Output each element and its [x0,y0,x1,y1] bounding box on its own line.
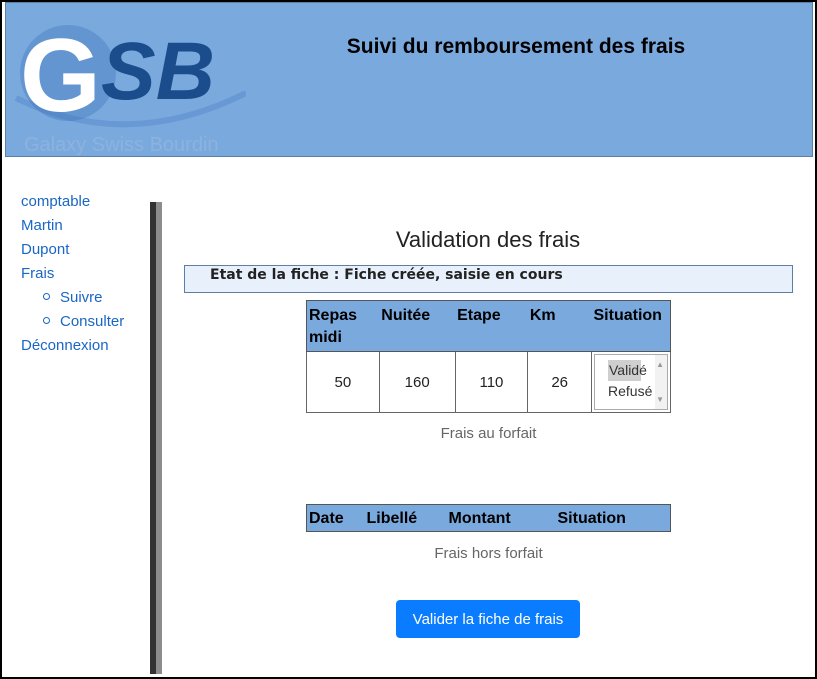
situation-select[interactable]: Validé Refusé ▲ ▼ [594,354,668,410]
sidebar-item-dupont[interactable]: Dupont [21,238,146,262]
page-header-title: Suivi du remboursement des frais [346,35,686,58]
logo-letters-sb: SB [101,26,215,117]
logo-letter-g: G [20,18,101,134]
table-header-row: Date Libellé Montant Situation [306,504,671,532]
frais-hors-forfait-table: Date Libellé Montant Situation [306,504,671,532]
logo-tagline: Galaxy Swiss Bourdin [24,134,219,156]
cell-nuitee: 160 [378,351,456,413]
bullet-icon [43,293,50,300]
frais-forfait-table: Repas midi Nuitée Etape Km Situation 50 … [306,300,671,413]
table-row: 50 160 110 26 Validé Refusé ▲ ▼ [306,351,671,413]
col-header-nuitee: Nuitée [379,300,456,352]
sidebar-subitem-suivre[interactable]: Suivre [21,286,146,310]
col-header-libelle: Libellé [364,504,447,532]
sidebar-item-frais[interactable]: Frais [21,262,146,286]
table-header-row: Repas midi Nuitée Etape Km Situation [306,300,671,352]
col-header-km: Km [527,300,592,352]
gsb-logo: Galaxy Swiss Bourdin G SB [14,18,246,156]
sidebar-item-label: Suivre [60,289,103,306]
col-header-etape: Etape [455,300,528,352]
col-header-situation: Situation [555,504,671,532]
valider-fiche-button[interactable]: Valider la fiche de frais [396,600,580,638]
sidebar-divider-light [156,202,162,674]
sidebar-subitem-consulter[interactable]: Consulter [21,310,146,334]
frais-forfait-caption: Frais au forfait [440,425,537,442]
col-header-date: Date [306,504,365,532]
sidebar-item-deconnexion[interactable]: Déconnexion [21,334,146,358]
cell-repas-midi: 50 [306,351,380,413]
scroll-down-arrow-icon[interactable]: ▼ [656,395,664,404]
scroll-up-arrow-icon[interactable]: ▲ [656,360,664,369]
sidebar-item-label: Consulter [60,313,125,330]
frais-hors-forfait-caption: Frais hors forfait [434,545,543,562]
header-banner: Galaxy Swiss Bourdin G SB Suivi du rembo… [5,2,813,157]
cell-situation: Validé Refusé ▲ ▼ [591,351,671,413]
sidebar-item-martin[interactable]: Martin [21,214,146,238]
etat-fiche-banner: Etat de la fiche : Fiche créée, saisie e… [184,265,793,293]
col-header-situation: Situation [591,300,671,352]
col-header-montant: Montant [446,504,556,532]
cell-km: 26 [527,351,592,413]
page-title: Validation des frais [395,227,581,252]
situation-option-valide[interactable]: Validé [608,360,647,381]
bullet-icon [43,317,50,324]
col-header-repas-midi: Repas midi [306,300,380,352]
sidebar-nav: comptable Martin Dupont Frais Suivre Con… [21,190,146,358]
cell-etape: 110 [454,351,529,413]
sidebar-item-comptable[interactable]: comptable [21,190,146,214]
etat-fiche-text: Etat de la fiche : Fiche créée, saisie e… [210,267,563,283]
